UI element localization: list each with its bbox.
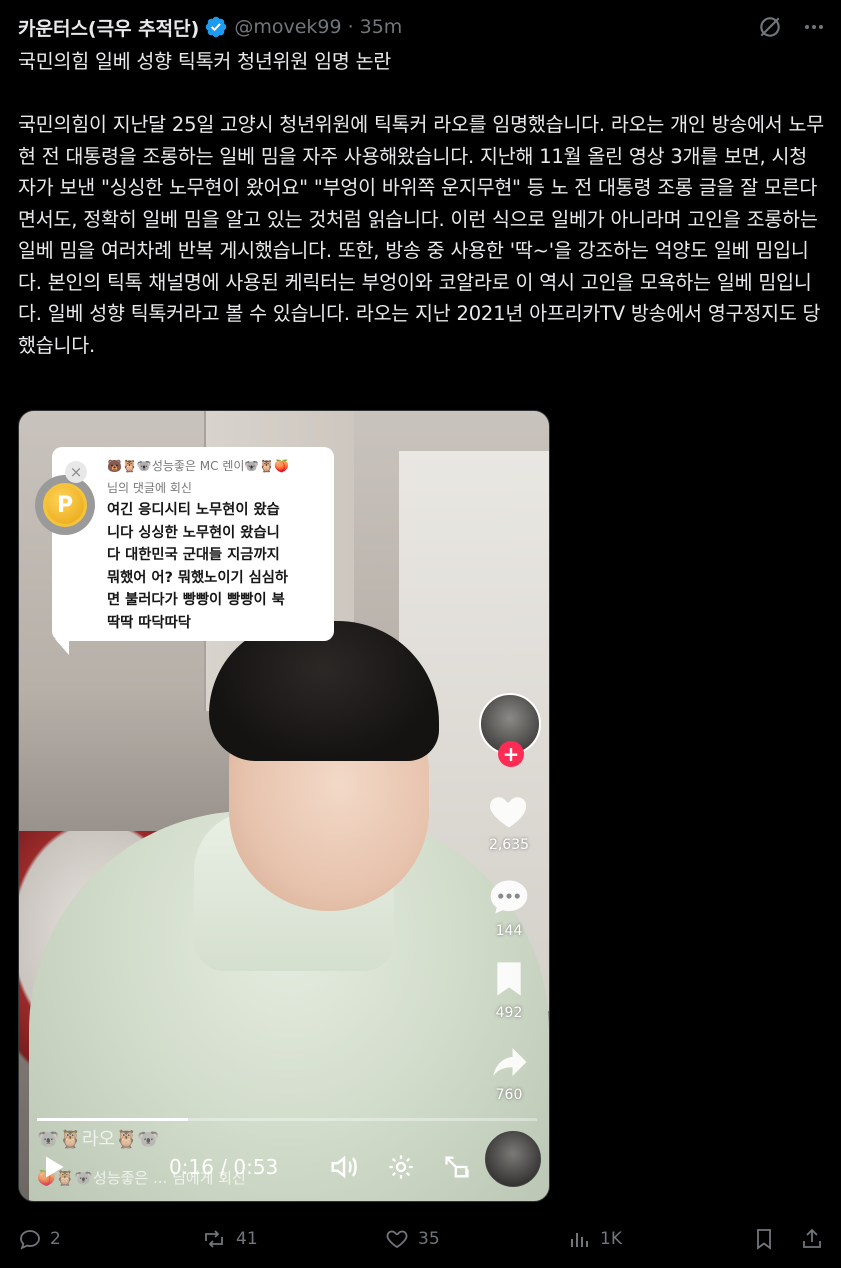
share-button[interactable] [800, 1227, 824, 1251]
pip-icon[interactable] [443, 1153, 471, 1181]
tweet-actions: 2 41 35 1K [18, 1224, 827, 1254]
like-count-action: 35 [418, 1229, 440, 1249]
player-controls: 0:16 / 0:53 [37, 1147, 537, 1187]
comment-count: 144 [495, 923, 523, 939]
comment-bubble-icon [487, 875, 531, 923]
analytics-icon [571, 1233, 588, 1247]
close-icon: × [65, 461, 87, 483]
coin-label: P [43, 483, 87, 527]
corner-avatar [485, 1131, 541, 1187]
like-stat: 2,635 [477, 789, 541, 853]
share-stat: 760 [477, 1041, 541, 1103]
volume-icon[interactable] [329, 1152, 359, 1182]
heart-icon [487, 789, 531, 837]
comment-reply-label: 님의 댓글에 회신 [107, 481, 192, 495]
grok-icon[interactable] [757, 14, 783, 40]
save-stat: 492 [477, 957, 541, 1021]
play-icon[interactable] [39, 1153, 67, 1181]
bookmark-outline-icon [757, 1229, 771, 1250]
repost-count: 41 [236, 1229, 258, 1249]
comment-text: 여긴 응디시티 노무현이 왔습 니다 싱싱한 노무현이 왔습니 다 대한민국 군… [107, 502, 289, 631]
reply-icon [20, 1230, 40, 1250]
bookmark-icon [489, 957, 529, 1005]
progress-bar[interactable] [37, 1118, 537, 1121]
save-count: 492 [495, 1005, 523, 1021]
share-arrow-icon [488, 1041, 530, 1087]
reply-count: 2 [50, 1229, 61, 1249]
verified-badge-icon[interactable] [204, 15, 228, 39]
tweet-header: 카운터스(극우 추적단) @movek99 · 35m [18, 12, 827, 42]
like-count: 2,635 [488, 837, 530, 853]
bubble-tail [55, 639, 69, 655]
comment-stat: 144 [477, 875, 541, 939]
handle[interactable]: @movek99 [234, 16, 341, 38]
bookmark-button[interactable] [752, 1227, 776, 1251]
display-name[interactable]: 카운터스(극우 추적단) [18, 14, 199, 41]
timestamp[interactable]: 35m [360, 16, 403, 38]
progress-fill [37, 1118, 188, 1121]
share-icon [803, 1228, 821, 1248]
repost-button[interactable]: 41 [200, 1227, 258, 1251]
tweet-text: 국민의힘 일베 성향 틱톡커 청년위원 임명 논란 국민의힘이 지난달 25일 … [18, 50, 824, 357]
playback-time: 0:16 / 0:53 [169, 1155, 279, 1179]
views-button[interactable]: 1K [568, 1227, 622, 1251]
like-icon [386, 1230, 408, 1249]
like-button[interactable]: 35 [384, 1227, 440, 1251]
separator: · [347, 16, 354, 38]
coin-icon: P [35, 475, 95, 535]
comment-author: 🐻🦉🐨성능좋은 MC 렌이🐨🦉🍑 [107, 459, 290, 473]
follow-plus-icon: + [498, 741, 524, 767]
video-player[interactable]: P × 🐻🦉🐨성능좋은 MC 렌이🐨🦉🍑 님의 댓글에 회신 여긴 응디시티 노… [18, 410, 550, 1202]
settings-gear-icon[interactable] [387, 1153, 415, 1181]
repost-icon [205, 1230, 223, 1248]
more-icon[interactable] [801, 14, 827, 40]
reply-button[interactable]: 2 [18, 1227, 61, 1251]
view-count: 1K [600, 1229, 622, 1249]
share-count: 760 [495, 1087, 523, 1103]
